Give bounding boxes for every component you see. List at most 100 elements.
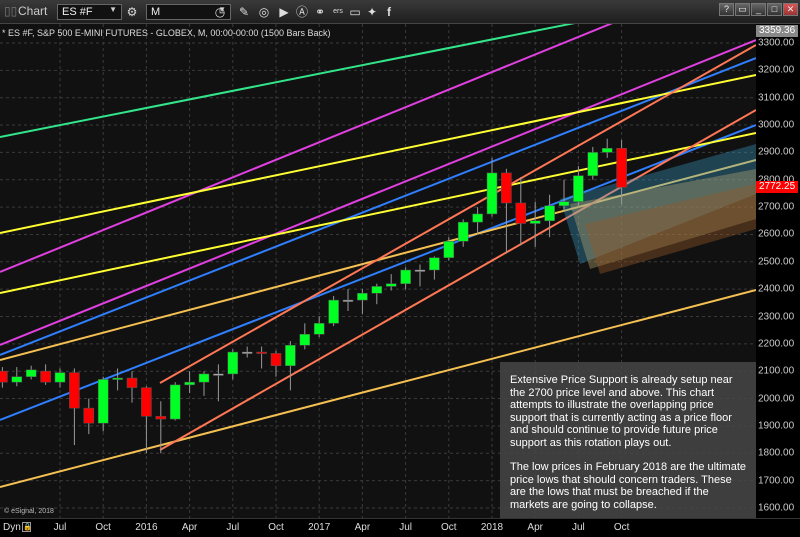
x-tick-label: Jul	[399, 522, 412, 533]
x-tick-label: Apr	[354, 522, 371, 533]
y-tick-label: 1600.00	[758, 502, 795, 514]
x-tick-label: Oct	[613, 522, 630, 533]
time-axis[interactable]: Dyn 🔒 Jul Oct 2016 Apr Jul Oct 2017 Apr Jul Oct 20…	[0, 518, 800, 537]
panel-grip-icon[interactable]: ▯▯	[4, 4, 17, 18]
y-tick-label: 3100.00	[758, 92, 795, 104]
x-tick-label: Oct	[441, 522, 457, 533]
y-tick-label: 2000.00	[758, 393, 795, 405]
candle-body	[299, 334, 311, 346]
y-tick-label: 2400.00	[758, 283, 795, 295]
candle-body	[256, 351, 267, 354]
y-tick-label: 2500.00	[758, 256, 795, 268]
pencil-icon[interactable]: ✎	[236, 4, 252, 20]
candle-body	[601, 148, 613, 153]
x-tick-label: Oct	[268, 522, 284, 533]
minimize-button[interactable]: _	[751, 3, 766, 16]
y-tick-label: 2900.00	[758, 146, 795, 158]
candle-body	[40, 370, 51, 383]
clock-icon[interactable]: ◷	[212, 4, 228, 20]
candle-body	[328, 299, 339, 324]
window-title: Chart	[18, 4, 48, 18]
candle-body	[486, 172, 498, 215]
candle-body	[213, 373, 224, 376]
y-tick-label: 2100.00	[758, 365, 795, 377]
candle-body	[558, 201, 570, 206]
play-icon[interactable]: ▶	[276, 4, 292, 20]
candle-body	[155, 416, 167, 420]
trend-line	[0, 19, 591, 138]
annotation-paragraph-2: The low prices in February 2018 are the …	[510, 461, 747, 511]
x-tick-label: Apr	[181, 522, 198, 533]
candle-body	[573, 175, 584, 202]
candle-body	[371, 286, 383, 294]
candle-body	[472, 213, 483, 223]
twitter-icon[interactable]: ✦	[364, 4, 380, 20]
candle-body	[270, 353, 282, 366]
candle-body	[25, 369, 37, 377]
candle-body	[544, 205, 555, 222]
y-tick-label: 2200.00	[758, 338, 795, 350]
candle-body	[112, 377, 123, 380]
network-icon[interactable]: ers	[330, 4, 346, 20]
candle-body	[54, 372, 66, 383]
chart-info: * ES #F, S&P 500 E-MINI FUTURES - GLOBEX…	[2, 28, 331, 38]
candle-body	[385, 283, 397, 287]
y-tick-label: 3300.00	[758, 37, 795, 49]
x-tick-label: Jul	[53, 522, 67, 533]
candle-body	[198, 373, 210, 383]
symbol-value: ES #F	[62, 6, 93, 18]
candle-body	[241, 351, 253, 354]
x-tick-label: Apr	[527, 522, 543, 533]
y-tick-label: 2700.00	[758, 201, 795, 213]
candle-body	[126, 377, 138, 388]
link-icon[interactable]: ⚭	[312, 4, 328, 20]
chevron-down-icon: ▼	[109, 5, 117, 14]
study-icon[interactable]: ◎	[256, 4, 272, 20]
comment-icon[interactable]: ▭	[347, 4, 363, 20]
alert-icon[interactable]: Ⓐ	[294, 4, 310, 20]
last-price-tag: 2772.25	[756, 181, 799, 193]
close-button[interactable]: ✕	[783, 3, 798, 16]
symbol-input[interactable]: ES #F ▼	[57, 4, 122, 20]
candle-body	[69, 372, 80, 409]
y-tick-label: 2300.00	[758, 311, 795, 322]
y-tick-label: 3200.00	[758, 64, 795, 76]
candle-body	[169, 384, 181, 420]
settings-gear-icon[interactable]: ⚙	[124, 4, 140, 20]
price-axis[interactable]: 3300.00 3200.00 3100.00 3000.00 2900.00 2800.…	[756, 24, 800, 518]
lock-icon[interactable]: 🔒	[22, 522, 32, 532]
y-tick-label: 1800.00	[758, 447, 795, 459]
help-button[interactable]: ?	[719, 3, 734, 16]
candle-body	[11, 376, 23, 383]
candle-body	[357, 293, 368, 301]
candle-body	[313, 323, 325, 335]
annotation-box: Extensive Price Support is already setup…	[500, 362, 756, 518]
candle-body	[285, 344, 296, 366]
candle-body	[515, 202, 527, 224]
candle-body	[400, 269, 411, 284]
facebook-icon[interactable]: f	[381, 4, 397, 20]
candle-body	[457, 221, 469, 242]
x-tick-label: 2018	[480, 522, 504, 533]
copyright: © eSignal, 2018	[4, 508, 54, 515]
interval-value: M	[151, 6, 161, 18]
y-tick-label: 2600.00	[758, 228, 795, 240]
candle-body	[227, 351, 239, 375]
candle-body	[529, 220, 541, 224]
high-price-tag: 3359.36	[756, 25, 799, 37]
x-tick-label: Jul	[571, 522, 585, 533]
candle-body	[141, 387, 152, 417]
candle-body	[443, 241, 455, 258]
candle-body	[616, 148, 627, 188]
y-tick-label: 3000.00	[758, 119, 795, 131]
candle-body	[97, 379, 109, 424]
candle-body	[429, 257, 440, 271]
title-bar: ▯▯ Chart ES #F ▼ ⚙ M ▼ ◷ ✎ ◎ ▶ Ⓐ ⚭ ers ▭ ✦…	[0, 0, 800, 24]
y-tick-label: 1700.00	[758, 475, 795, 487]
x-tick-label: Jul	[226, 522, 240, 533]
maximize-button[interactable]: □	[767, 3, 782, 16]
restore-button[interactable]: ▭	[735, 3, 750, 16]
dyn-label: Dyn	[3, 522, 21, 533]
annotation-paragraph-1: Extensive Price Support is already setup…	[510, 374, 733, 449]
candle-body	[501, 172, 512, 204]
